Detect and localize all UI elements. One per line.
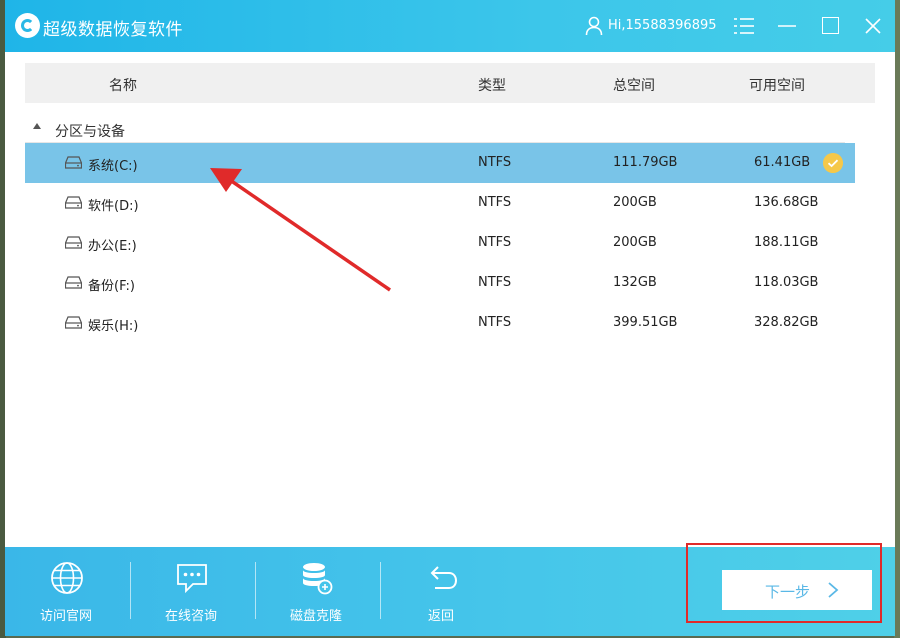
online-consult-button[interactable]: 在线咨询 (136, 547, 246, 636)
header-name[interactable]: 名称 (109, 75, 137, 95)
table-row[interactable]: 备份(F:) NTFS 132GB 118.03GB (25, 263, 855, 303)
red-arrow-annotation (210, 168, 391, 292)
partition-name: 办公(E:) (88, 239, 137, 254)
back-label: 返回 (427, 609, 454, 624)
partition-name: 系统(C:) (88, 159, 138, 174)
table-row[interactable]: 娱乐(H:) NTFS 399.51GB 328.82GB (25, 303, 855, 343)
table-header: 名称 类型 总空间 可用空间 (25, 63, 875, 103)
partition-type: NTFS (478, 195, 512, 210)
disk-icon (65, 276, 82, 289)
partition-total: 200GB (613, 235, 657, 250)
close-icon[interactable] (863, 16, 883, 36)
app-window: 超级数据恢复软件 Hi,15588396895 名称 类型 总空间 可用空间 分… (5, 0, 895, 636)
visit-website-button[interactable]: 访问官网 (11, 547, 121, 636)
table-row[interactable]: 软件(D:) NTFS 200GB 136.68GB (25, 183, 855, 223)
chat-icon (177, 564, 207, 594)
header-type[interactable]: 类型 (478, 75, 506, 95)
partition-type: NTFS (478, 315, 512, 330)
partition-type: NTFS (478, 235, 512, 250)
visit-website-label: 访问官网 (39, 609, 92, 624)
partition-free: 188.11GB (754, 235, 819, 250)
chevron-right-icon (828, 582, 839, 598)
toolbar-divider (380, 562, 381, 619)
partition-name: 软件(D:) (88, 199, 139, 214)
bottom-toolbar: 访问官网 在线咨询 磁盘克隆 返回 下一步 (5, 543, 895, 636)
disk-icon (65, 236, 82, 249)
menu-icon[interactable] (734, 17, 754, 35)
partition-type: NTFS (478, 155, 512, 170)
partition-type: NTFS (478, 275, 512, 290)
header-free-space[interactable]: 可用空间 (749, 75, 805, 95)
maximize-icon[interactable] (822, 17, 839, 34)
back-arrow-icon (430, 566, 458, 589)
check-icon (823, 153, 843, 173)
user-account-label[interactable]: Hi,15588396895 (608, 18, 717, 33)
partition-total: 200GB (613, 195, 657, 210)
disk-icon (65, 156, 82, 169)
next-step-label: 下一步 (765, 583, 811, 601)
online-consult-label: 在线咨询 (164, 609, 217, 624)
globe-icon (51, 562, 83, 594)
table-row[interactable]: 办公(E:) NTFS 200GB 188.11GB (25, 223, 855, 263)
table-row[interactable]: 系统(C:) NTFS 111.79GB 61.41GB (25, 143, 855, 183)
disk-clone-label: 磁盘克隆 (289, 609, 342, 624)
partition-free: 136.68GB (754, 195, 819, 210)
disk-icon (65, 316, 82, 329)
partition-name: 娱乐(H:) (88, 319, 139, 334)
partition-total: 132GB (613, 275, 657, 290)
app-title: 超级数据恢复软件 (43, 20, 183, 40)
disk-clone-button[interactable]: 磁盘克隆 (261, 547, 371, 636)
partition-free: 328.82GB (754, 315, 819, 330)
next-step-button[interactable]: 下一步 (722, 570, 872, 610)
toolbar-divider (255, 562, 256, 619)
partition-total: 111.79GB (613, 155, 678, 170)
collapse-caret-icon[interactable] (33, 123, 41, 129)
header-total-space[interactable]: 总空间 (613, 75, 655, 95)
partition-free: 61.41GB (754, 155, 811, 170)
database-icon (303, 563, 333, 595)
disk-icon (65, 196, 82, 209)
partition-group[interactable]: 分区与设备 (25, 118, 845, 143)
partition-total: 399.51GB (613, 315, 678, 330)
group-label: 分区与设备 (55, 124, 125, 140)
minimize-icon[interactable] (777, 16, 797, 36)
partition-free: 118.03GB (754, 275, 819, 290)
toolbar-divider (130, 562, 131, 619)
user-icon[interactable] (585, 16, 603, 36)
title-bar[interactable]: 超级数据恢复软件 Hi,15588396895 (5, 0, 895, 52)
partition-name: 备份(F:) (88, 279, 135, 294)
back-button[interactable]: 返回 (386, 547, 496, 636)
app-logo-icon (15, 13, 40, 38)
